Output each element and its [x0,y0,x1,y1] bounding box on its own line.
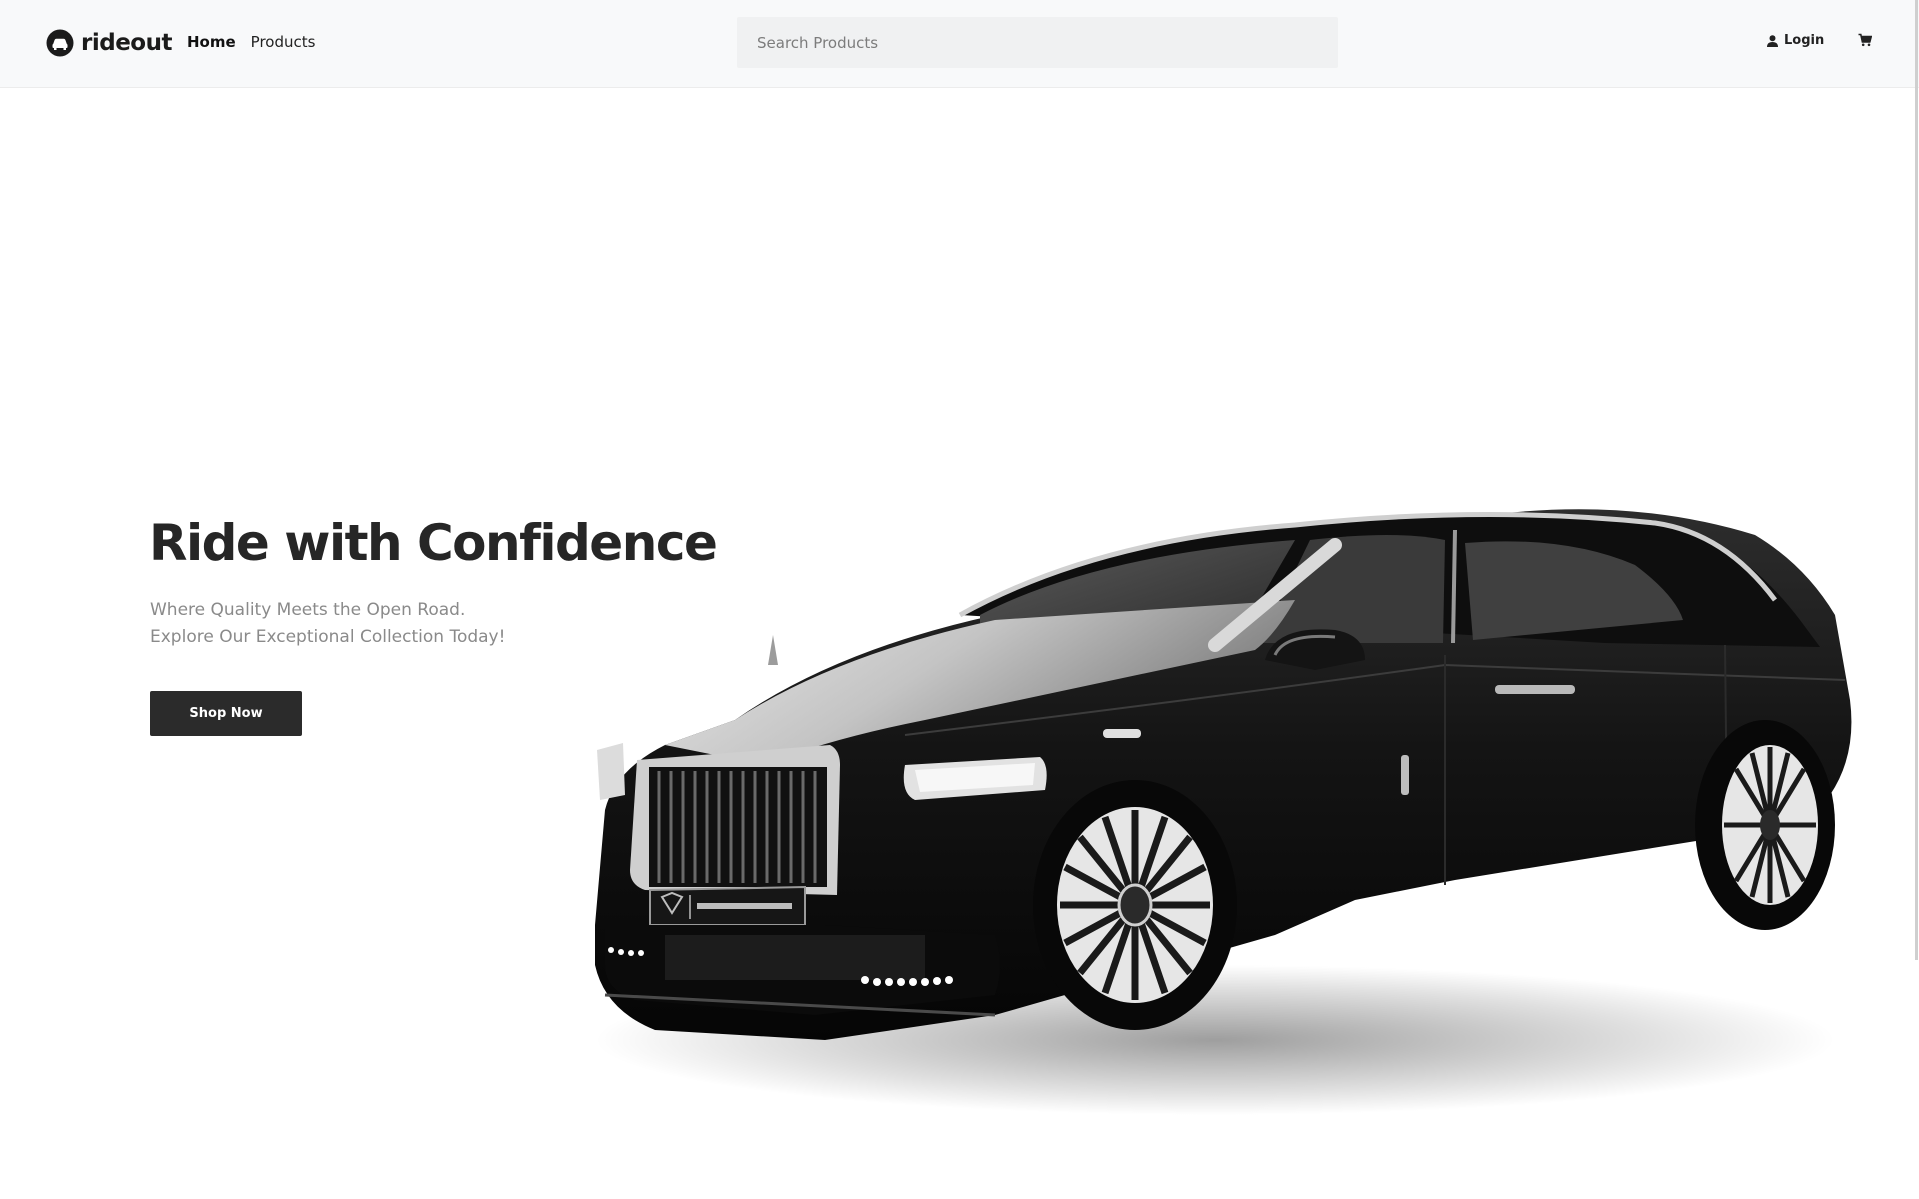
brand-home-link[interactable]: rideout [46,26,172,60]
page-scrollbar[interactable] [1915,0,1918,960]
brand-name: rideout [81,30,172,56]
hero-car-image [595,509,1852,1115]
shop-now-button[interactable]: Shop Now [150,691,302,736]
hero-subtitle: Where Quality Meets the Open Road. Explo… [150,597,505,651]
nav-link-products[interactable]: Products [251,33,316,51]
hero-subtitle-line-2: Explore Our Exceptional Collection Today… [150,627,506,647]
main-nav: Home Products [187,33,315,51]
hero-subtitle-line-1: Where Quality Meets the Open Road. [150,600,466,620]
login-label: Login [1784,33,1825,48]
user-icon [1767,34,1778,47]
cart-icon[interactable] [1858,33,1872,47]
car-logo-icon [46,29,74,57]
login-link[interactable]: Login [1767,33,1824,48]
nav-link-home[interactable]: Home [187,33,236,51]
navbar: rideout Home Products Login [0,0,1919,88]
search-input[interactable] [737,17,1338,68]
